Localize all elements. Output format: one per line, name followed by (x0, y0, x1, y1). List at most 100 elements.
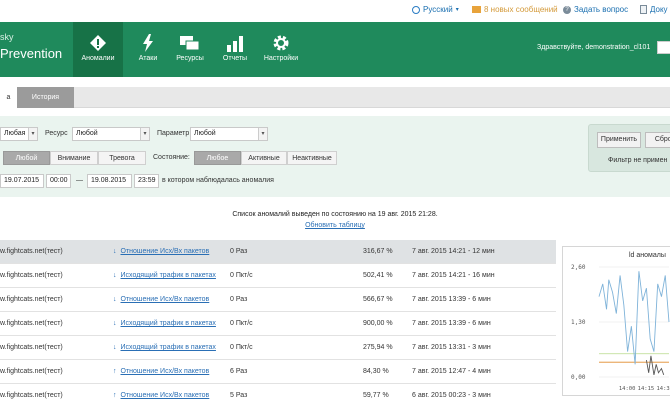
table-row[interactable]: w.fightcats.net(тест) ↑ Отношение Исх/Вх … (0, 384, 556, 400)
row-time: 7 авг. 2015 13:39 - 6 мин (412, 320, 491, 327)
row-resource: w.fightcats.net(тест) (0, 248, 63, 255)
row-value: 0 Раз (230, 248, 248, 255)
resource-value: Любой (76, 130, 98, 137)
param-value: Любой (194, 130, 216, 137)
time-to-input[interactable]: 23:59 (134, 174, 159, 188)
anomaly-type-value: Любая (4, 130, 26, 137)
resource-select[interactable]: Любой ▾ (72, 127, 150, 141)
language-label: Русский (423, 5, 453, 14)
y-tick-label: 0,00 (571, 374, 586, 381)
selected-row-pointer (540, 240, 556, 264)
filter-actions: Применить Сброс Фильтр не примен (588, 124, 670, 172)
severity-alarm[interactable]: Тревога (98, 151, 146, 165)
apply-button[interactable]: Применить (597, 132, 641, 148)
servers-icon (180, 36, 200, 51)
table-row[interactable]: w.fightcats.net(тест) ↓ Отношение Исх/Вх … (0, 288, 556, 312)
state-inactive[interactable]: Неактивные (287, 151, 337, 165)
row-metric-link[interactable]: Исходящий трафик в пакетах (121, 320, 216, 327)
nav-reports[interactable]: Отчеты (210, 22, 260, 77)
row-time: 7 авг. 2015 13:31 - 3 мин (412, 344, 491, 351)
tab-current[interactable]: а (0, 87, 17, 108)
row-value: 6 Раз (230, 368, 248, 375)
time-from-input[interactable]: 00:00 (46, 174, 71, 188)
row-metric-link[interactable]: Исходящий трафик в пакетах (121, 272, 216, 279)
resource-label: Ресурс (45, 130, 68, 137)
row-value: 0 Раз (230, 296, 248, 303)
state-label: Состояние: (153, 154, 190, 161)
chevron-down-icon: ▾ (258, 128, 267, 140)
alert-icon (90, 35, 106, 51)
filter-panel: Любая ▾ Ресурс Любой ▾ Параметр Любой ▾ … (0, 116, 670, 197)
series-line (598, 271, 670, 365)
anomaly-chart: 2,60 1,30 0,00 14:0014:1514:30 (571, 264, 670, 392)
nav-anomalies-label: Аномалии (81, 55, 115, 62)
row-metric-link[interactable]: Отношение Исх/Вх пакетов (121, 368, 210, 375)
nav-resources[interactable]: Ресурсы (165, 22, 215, 77)
row-resource: w.fightcats.net(тест) (0, 344, 63, 351)
arrow-up-icon: ↑ (113, 392, 117, 399)
row-time: 6 авг. 2015 00:23 - 3 мин (412, 392, 491, 399)
row-resource: w.fightcats.net(тест) (0, 392, 63, 399)
period-note: в котором наблюдалась аномалия (162, 177, 274, 184)
nav-reports-label: Отчеты (222, 55, 248, 62)
date-from-input[interactable]: 19.07.2015 (0, 174, 44, 188)
row-metric-link[interactable]: Отношение Исх/Вх пакетов (121, 296, 210, 303)
arrow-down-icon: ↓ (113, 320, 117, 327)
ask-question-link[interactable]: ? Задать вопрос (563, 5, 628, 14)
messages-link[interactable]: 8 новых сообщений (472, 5, 558, 14)
language-selector[interactable]: Русский ▾ (412, 5, 459, 14)
date-to-input[interactable]: 19.08.2015 (87, 174, 132, 188)
gear-icon (273, 35, 289, 51)
y-tick-label: 2,60 (571, 264, 586, 271)
brand-top: sky (0, 32, 14, 42)
chevron-down-icon: ▾ (455, 7, 459, 13)
row-percent: 84,30 % (363, 368, 389, 375)
lightning-icon (143, 34, 153, 52)
app-header: sky Prevention Аномалии Атаки Ресурсы От… (0, 22, 670, 77)
param-label: Параметр (157, 130, 190, 137)
row-percent: 275,94 % (363, 344, 393, 351)
row-value: 0 Пкт/с (230, 344, 253, 351)
nav-settings-label: Настройки (263, 55, 299, 62)
row-metric-link[interactable]: Отношение Исх/Вх пакетов (121, 248, 210, 255)
table-row[interactable]: w.fightcats.net(тест) ↓ Исходящий трафик … (0, 336, 556, 360)
row-resource: w.fightcats.net(тест) (0, 368, 63, 375)
arrow-down-icon: ↓ (113, 272, 117, 279)
table-row[interactable]: w.fightcats.net(тест) ↓ Исходящий трафик … (0, 312, 556, 336)
refresh-table-link[interactable]: Обновить таблицу (0, 222, 670, 229)
chevron-down-icon: ▾ (140, 128, 149, 140)
list-status: Список аномалий выведен по состоянию на … (232, 211, 438, 218)
row-time: 7 авг. 2015 14:21 - 12 мин (412, 248, 495, 255)
welcome-text: Здравствуйте, demonstration_cl101 (537, 44, 651, 51)
ask-question-label: Задать вопрос (574, 5, 629, 14)
severity-warning[interactable]: Внимание (50, 151, 98, 165)
logout-button[interactable] (657, 41, 670, 54)
row-metric-link[interactable]: Отношение Исх/Вх пакетов (121, 392, 210, 399)
row-percent: 566,67 % (363, 296, 393, 303)
arrow-down-icon: ↓ (113, 344, 117, 351)
state-active[interactable]: Активные (241, 151, 287, 165)
param-select[interactable]: Любой ▾ (190, 127, 268, 141)
tabs-bar: а История (0, 87, 670, 108)
table-row[interactable]: w.fightcats.net(тест) ↑ Отношение Исх/Вх … (0, 360, 556, 384)
state-any[interactable]: Любое (194, 151, 241, 165)
nav-resources-label: Ресурсы (176, 55, 204, 62)
tab-history[interactable]: История (17, 87, 74, 108)
reset-button[interactable]: Сброс (645, 132, 670, 148)
nav-settings[interactable]: Настройки (256, 22, 306, 77)
row-resource: w.fightcats.net(тест) (0, 320, 63, 327)
messages-label: 8 новых сообщений (484, 5, 558, 14)
anomaly-type-select[interactable]: Любая ▾ (0, 127, 38, 141)
table-row[interactable]: w.fightcats.net(тест) ↓ Отношение Исх/Вх … (0, 240, 556, 264)
date-range-dash: — (76, 177, 83, 184)
severity-any[interactable]: Любой (3, 151, 50, 165)
row-resource: w.fightcats.net(тест) (0, 296, 63, 303)
series-line (645, 355, 665, 376)
row-percent: 502,41 % (363, 272, 393, 279)
docs-link[interactable]: Доку (640, 5, 668, 14)
nav-anomalies[interactable]: Аномалии (73, 22, 123, 77)
row-metric-link[interactable]: Исходящий трафик в пакетах (121, 344, 216, 351)
anomaly-chart-panel: 2,60 1,30 0,00 14:0014:1514:30 (562, 246, 670, 396)
table-row[interactable]: w.fightcats.net(тест) ↓ Исходящий трафик … (0, 264, 556, 288)
top-utility-bar: Русский ▾ 8 новых сообщений ? Задать воп… (0, 0, 670, 22)
